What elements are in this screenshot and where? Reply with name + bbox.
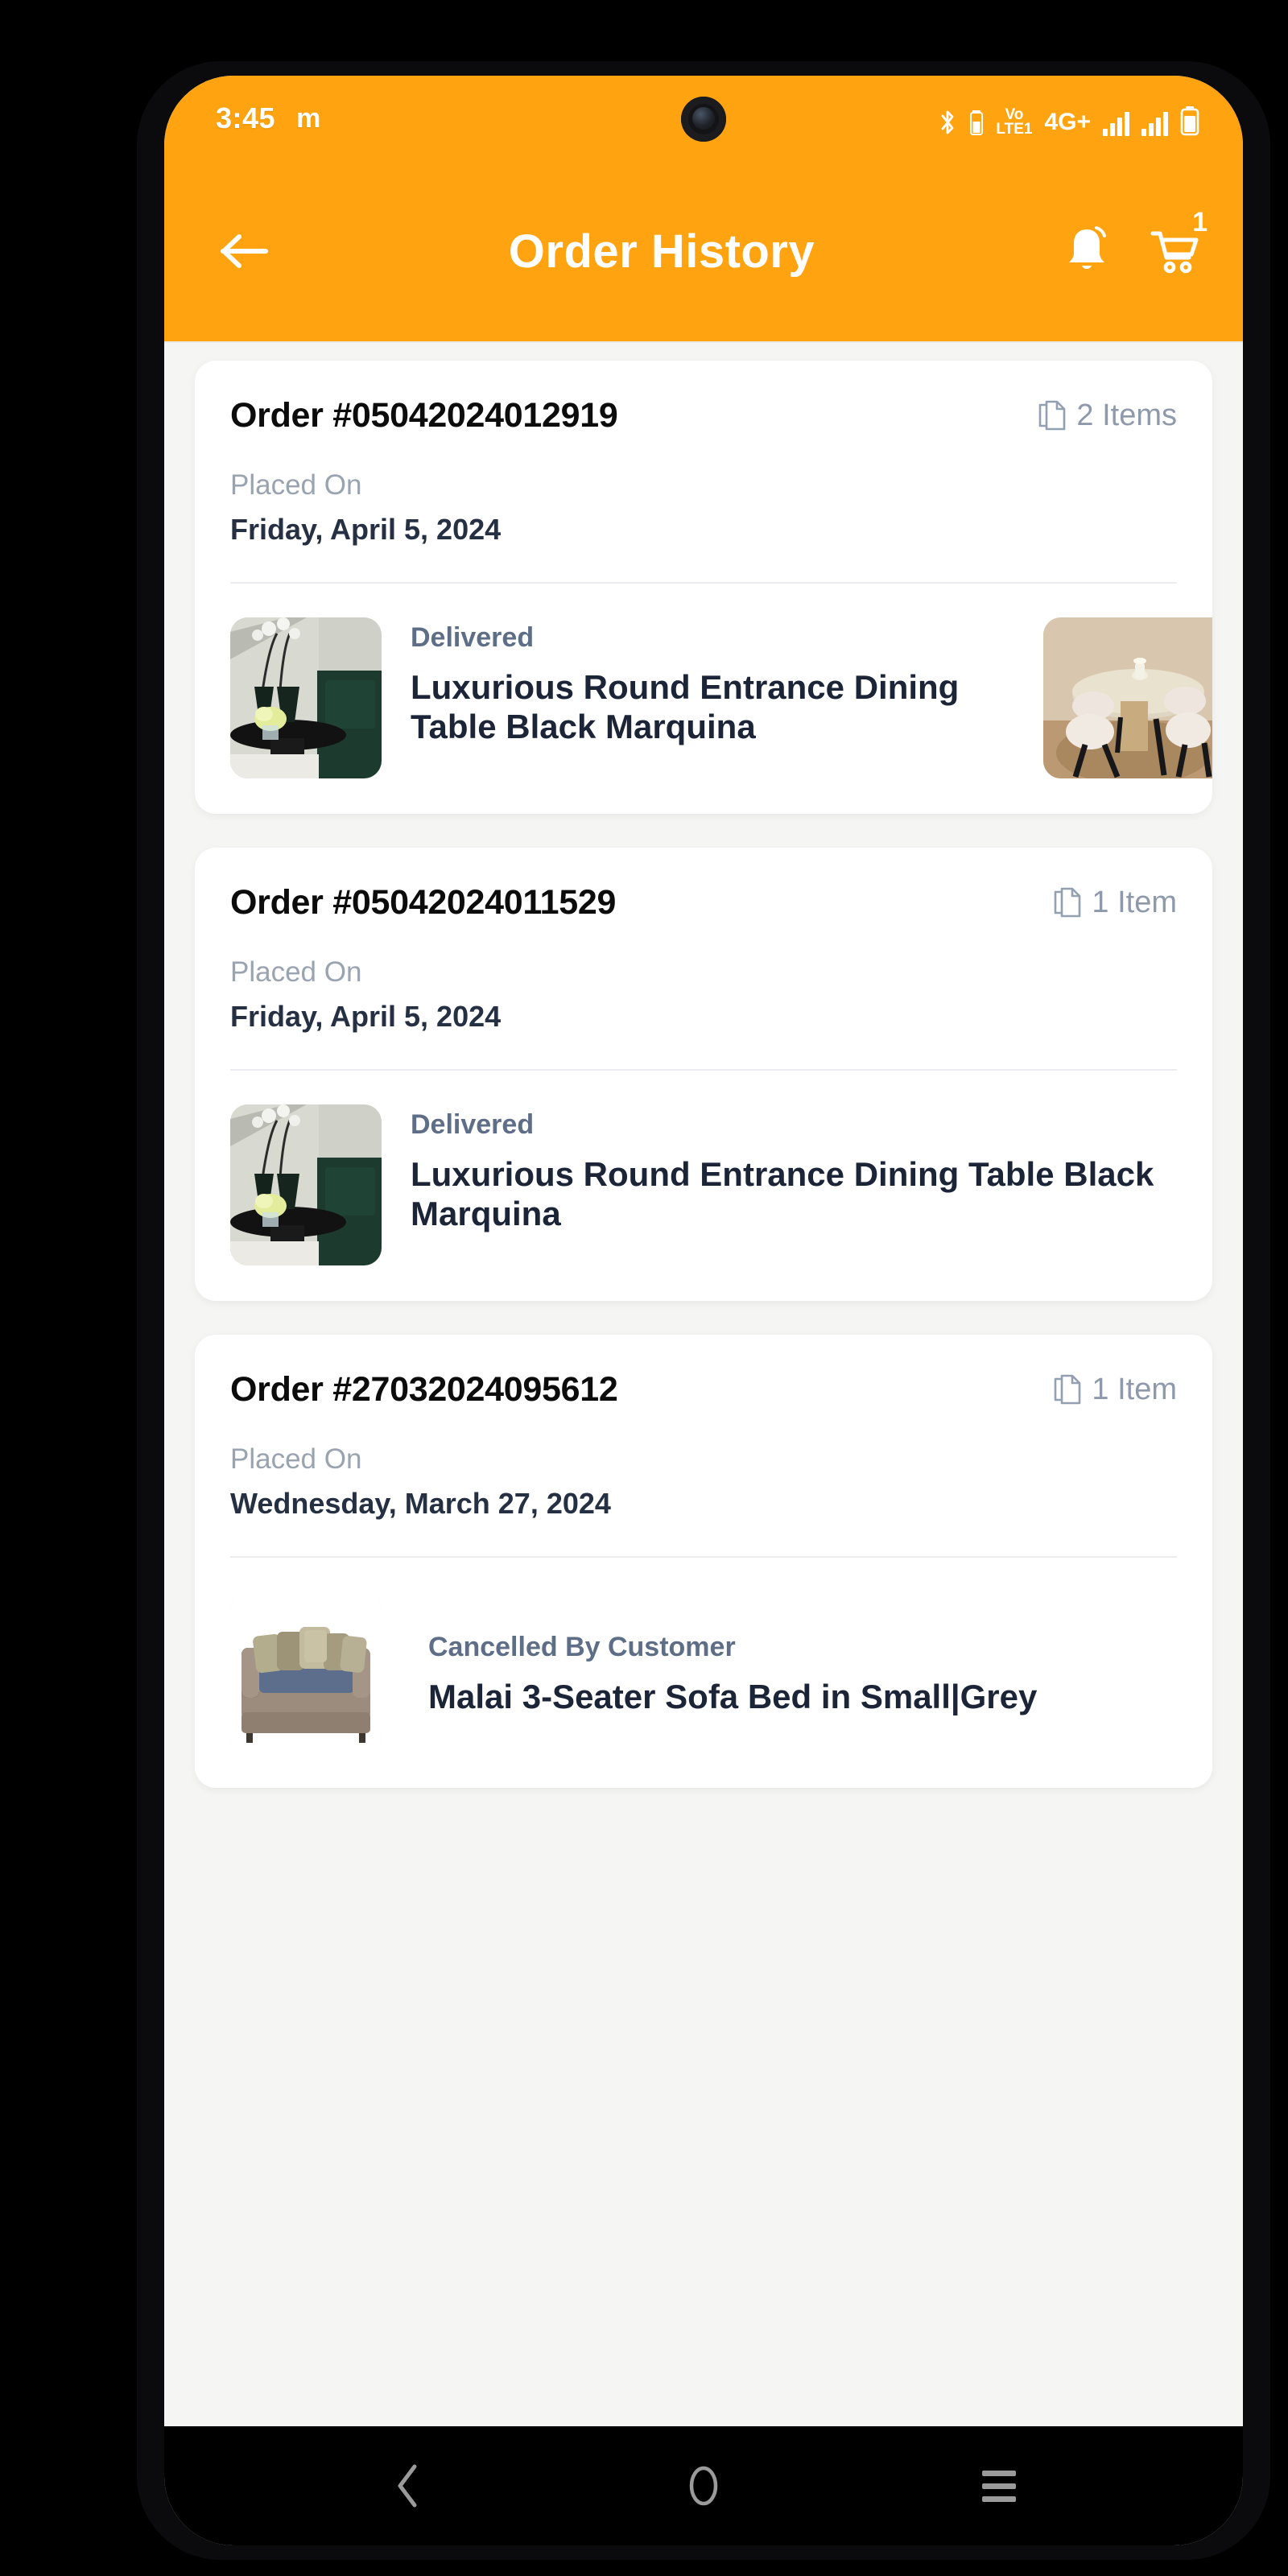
cart-badge: 1 bbox=[1192, 207, 1208, 237]
recents-menu-icon-line bbox=[981, 2470, 1016, 2476]
product-info: Delivered Luxurious Round Entrance Dinin… bbox=[411, 617, 1014, 746]
app-glyph-icon: m bbox=[296, 102, 321, 134]
product-thumbnail-secondary[interactable] bbox=[1043, 617, 1212, 778]
signal-bars-sim2-icon bbox=[1141, 112, 1168, 136]
placed-on-label: Placed On bbox=[230, 956, 362, 988]
placed-on-date: Friday, April 5, 2024 bbox=[230, 1000, 502, 1033]
order-items-label: 1 Item bbox=[1092, 886, 1177, 919]
product-row[interactable]: Cancelled By Customer Malai 3-Seater Sof… bbox=[230, 1558, 1177, 1788]
product-name: Luxurious Round Entrance Dining Table Bl… bbox=[411, 1155, 1154, 1232]
android-nav-bar bbox=[164, 2426, 1243, 2545]
phone-frame: 3:45 m Vo LTE1 4G+ Order History 1 Order… bbox=[60, 23, 1270, 2560]
copy-documents-icon bbox=[1039, 400, 1066, 430]
product-name: Luxurious Round Entrance Dining Table Bl… bbox=[411, 668, 960, 745]
signal-bars-sim1-icon bbox=[1103, 112, 1129, 136]
bluetooth-icon bbox=[942, 110, 954, 134]
network-type-label: 4G+ bbox=[1044, 109, 1091, 135]
app-bar: Order History 1 bbox=[164, 161, 1243, 341]
order-card-header: Order #05042024011529 1 Item bbox=[230, 883, 1177, 923]
nav-back-button[interactable] bbox=[372, 2450, 444, 2522]
app-bar-actions: 1 bbox=[1056, 208, 1208, 284]
bell-icon bbox=[1069, 226, 1106, 269]
product-status: Cancelled By Customer bbox=[428, 1632, 736, 1663]
placed-on-date: Friday, April 5, 2024 bbox=[230, 513, 502, 546]
volte-icon: Vo LTE1 bbox=[996, 106, 1033, 138]
front-camera-icon bbox=[681, 97, 726, 142]
order-card[interactable]: Order #05042024012919 2 Items Placed On … bbox=[195, 361, 1212, 814]
product-info: Delivered Luxurious Round Entrance Dinin… bbox=[411, 1104, 1177, 1233]
battery-icon bbox=[1180, 106, 1199, 136]
product-row[interactable]: Delivered Luxurious Round Entrance Dinin… bbox=[230, 584, 1212, 814]
recents-menu-icon-line bbox=[981, 2496, 1016, 2502]
product-thumbnail[interactable] bbox=[230, 617, 382, 778]
order-items-count[interactable]: 2 Items bbox=[1038, 396, 1177, 433]
nav-recents-button[interactable] bbox=[963, 2450, 1035, 2522]
cart-button[interactable]: 1 bbox=[1145, 208, 1208, 284]
order-card[interactable]: Order #05042024011529 1 Item Placed On F… bbox=[195, 848, 1212, 1301]
order-card[interactable]: Order #27032024095612 1 Item Placed On W… bbox=[195, 1335, 1212, 1788]
order-items-count[interactable]: 1 Item bbox=[1054, 1370, 1177, 1407]
copy-documents-icon bbox=[1055, 1374, 1081, 1404]
status-bar: 3:45 m Vo LTE1 4G+ bbox=[164, 76, 1243, 161]
copy-documents-icon bbox=[1055, 887, 1081, 917]
status-bar-left: 3:45 m bbox=[216, 101, 321, 135]
order-id: Order #05042024012919 bbox=[230, 396, 618, 435]
product-status: Delivered bbox=[411, 622, 535, 653]
order-card-header: Order #05042024012919 2 Items bbox=[230, 396, 1177, 436]
bluetooth-battery-icon bbox=[970, 110, 984, 135]
product-thumbnail[interactable] bbox=[230, 1104, 382, 1265]
home-circle-icon bbox=[689, 2466, 718, 2506]
product-name: Malai 3-Seater Sofa Bed in Small|Grey bbox=[428, 1678, 1038, 1716]
product-thumbnail[interactable] bbox=[230, 1591, 382, 1752]
oval-dining-table-set-photo bbox=[1043, 617, 1212, 778]
status-time: 3:45 bbox=[216, 101, 276, 134]
product-info: Cancelled By Customer Malai 3-Seater Sof… bbox=[411, 1627, 1177, 1717]
chevron-back-icon bbox=[398, 2464, 417, 2508]
volte-line2: LTE1 bbox=[996, 120, 1033, 138]
nav-home-button[interactable] bbox=[667, 2450, 740, 2522]
order-card-header: Order #27032024095612 1 Item bbox=[230, 1370, 1177, 1410]
order-items-count[interactable]: 1 Item bbox=[1054, 883, 1177, 920]
order-id: Order #27032024095612 bbox=[230, 1370, 618, 1409]
dining-table-black-marquina-photo bbox=[230, 1104, 382, 1265]
order-items-label: 2 Items bbox=[1076, 398, 1177, 432]
arrow-left-icon bbox=[221, 234, 268, 268]
malai-sofa-bed-grey-photo bbox=[230, 1591, 382, 1752]
dining-table-black-marquina-photo bbox=[230, 617, 382, 778]
recents-menu-icon-line bbox=[981, 2483, 1016, 2489]
status-bar-right: Vo LTE1 4G+ bbox=[938, 101, 1199, 138]
placed-on-label: Placed On bbox=[230, 469, 362, 501]
order-id: Order #05042024011529 bbox=[230, 883, 617, 922]
placed-on-date: Wednesday, March 27, 2024 bbox=[230, 1487, 611, 1520]
volte-line1: Vo bbox=[1005, 106, 1024, 124]
product-row[interactable]: Delivered Luxurious Round Entrance Dinin… bbox=[230, 1071, 1177, 1301]
order-items-label: 1 Item bbox=[1092, 1373, 1177, 1406]
notification-button[interactable] bbox=[1056, 218, 1117, 284]
placed-on-label: Placed On bbox=[230, 1443, 362, 1475]
orders-list[interactable]: Order #05042024012919 2 Items Placed On … bbox=[164, 341, 1243, 2426]
product-status: Delivered bbox=[411, 1109, 535, 1140]
page-title: Order History bbox=[508, 225, 815, 278]
phone-screen: 3:45 m Vo LTE1 4G+ Order History 1 Order… bbox=[164, 76, 1243, 2545]
